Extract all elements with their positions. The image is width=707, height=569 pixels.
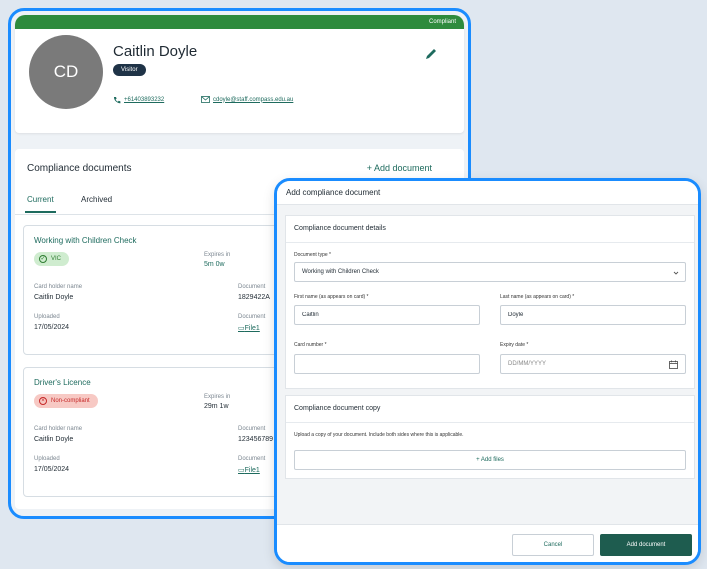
check-icon: ✓ xyxy=(39,255,47,263)
email-link[interactable]: cdoyle@staff.compass.edu.au xyxy=(201,96,293,103)
details-section-title: Compliance document details xyxy=(294,225,386,232)
document-type-value: Working with Children Check xyxy=(302,269,379,275)
uploaded-label: Uploaded xyxy=(34,314,60,320)
file-link-text: File1 xyxy=(244,325,260,332)
calendar-icon[interactable] xyxy=(669,360,678,369)
add-document-button[interactable]: Add document xyxy=(600,534,692,556)
expiry-date-placeholder: DD/MM/YYYY xyxy=(508,361,547,367)
document-number-label: Document xyxy=(238,426,266,432)
first-name-input[interactable] xyxy=(294,305,480,325)
expires-label: Expires in xyxy=(204,394,231,400)
document-details-section: Compliance document details Document typ… xyxy=(285,215,695,389)
holder-label: Card holder name xyxy=(34,284,83,290)
first-name-label: First name (as appears on card) * xyxy=(294,294,369,300)
x-circle-icon: × xyxy=(39,397,47,405)
last-name-label: Last name (as appears on card) * xyxy=(500,294,575,300)
expires-label: Expires in xyxy=(204,252,231,258)
email-address: cdoyle@staff.compass.edu.au xyxy=(213,96,294,103)
profile-card: Compliant CD Caitlin Doyle Visitor +6140… xyxy=(15,15,464,133)
tab-current[interactable]: Current xyxy=(25,195,56,213)
add-document-link[interactable]: + Add document xyxy=(367,163,432,173)
role-badge: Visitor xyxy=(113,64,146,76)
document-number-value: 1829422A xyxy=(238,294,270,301)
section-divider xyxy=(286,242,694,243)
add-files-button[interactable]: + Add files xyxy=(294,450,686,470)
document-number-label: Document xyxy=(238,284,266,290)
file-link-text: File1 xyxy=(244,467,260,474)
tab-archived[interactable]: Archived xyxy=(81,195,112,204)
section-divider xyxy=(286,422,694,423)
uploaded-value: 17/05/2024 xyxy=(34,466,70,473)
status-badge: ✓ VIC xyxy=(34,252,70,266)
last-name-input[interactable] xyxy=(500,305,686,325)
upload-hint: Upload a copy of your document. Include … xyxy=(294,432,464,438)
document-title[interactable]: Working with Children Check xyxy=(34,236,137,245)
profile-name: Caitlin Doyle xyxy=(113,43,198,60)
phone-link[interactable]: +61403893232 xyxy=(113,96,164,104)
add-document-modal: Add compliance document Compliance docum… xyxy=(274,178,701,565)
cancel-button[interactable]: Cancel xyxy=(512,534,594,556)
document-type-select[interactable]: Working with Children Check xyxy=(294,262,686,282)
file-icon: ▭ xyxy=(238,467,245,474)
status-text: Non-compliant xyxy=(51,398,90,404)
document-type-label: Document type * xyxy=(294,252,331,258)
file-icon: ▭ xyxy=(238,325,245,332)
holder-label: Card holder name xyxy=(34,426,83,432)
file-link[interactable]: ▭File1 xyxy=(238,466,260,474)
expiry-date-label: Expiry date * xyxy=(500,342,529,348)
pencil-icon[interactable] xyxy=(424,47,438,61)
document-title[interactable]: Driver's Licence xyxy=(34,378,91,387)
document-file-label: Document xyxy=(238,456,266,462)
phone-number: +61403893232 xyxy=(124,97,165,103)
holder-value: Caitlin Doyle xyxy=(34,436,74,443)
expiry-date-input[interactable]: DD/MM/YYYY xyxy=(500,354,686,374)
holder-value: Caitlin Doyle xyxy=(34,294,74,301)
uploaded-value: 17/05/2024 xyxy=(34,324,70,331)
document-copy-section: Compliance document copy Upload a copy o… xyxy=(285,395,695,479)
phone-icon xyxy=(113,97,121,104)
status-text: VIC xyxy=(51,256,62,262)
copy-section-title: Compliance document copy xyxy=(294,405,381,412)
expires-value: 5m 0w xyxy=(204,261,225,268)
compliance-documents-title: Compliance documents xyxy=(27,163,132,174)
card-number-input[interactable] xyxy=(294,354,480,374)
status-badge: × Non-compliant xyxy=(34,394,98,408)
compliance-status-banner: Compliant xyxy=(15,15,464,29)
card-number-label: Card number * xyxy=(294,342,327,348)
expires-value: 29m 1w xyxy=(204,403,229,410)
file-link[interactable]: ▭File1 xyxy=(238,324,260,332)
avatar: CD xyxy=(29,35,103,109)
mail-icon xyxy=(201,96,210,103)
modal-footer: Cancel Add document xyxy=(277,524,698,562)
chevron-down-icon xyxy=(673,271,679,275)
uploaded-label: Uploaded xyxy=(34,456,60,462)
document-number-value: 123456789 xyxy=(238,436,274,443)
modal-title: Add compliance document xyxy=(277,181,698,205)
document-file-label: Document xyxy=(238,314,266,320)
